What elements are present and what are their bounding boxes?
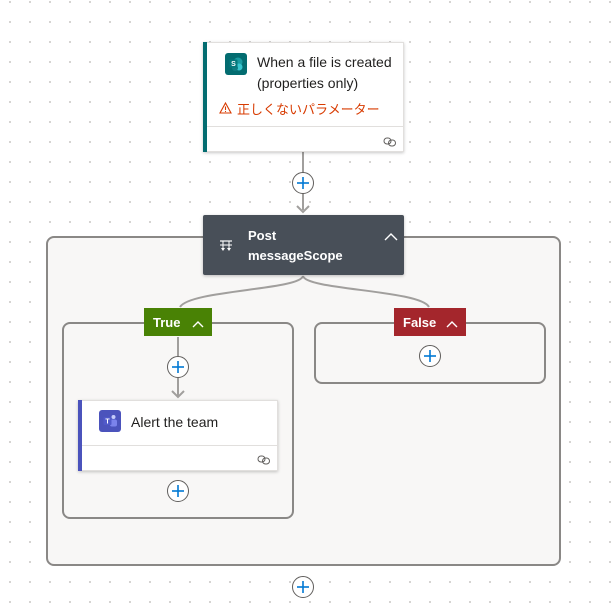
plus-icon xyxy=(297,177,309,189)
chevron-up-icon[interactable] xyxy=(446,316,458,328)
sharepoint-icon: S xyxy=(225,53,247,75)
false-branch-label: False xyxy=(403,314,437,330)
scope-title-line2: messageScope xyxy=(248,248,343,263)
false-branch-badge[interactable]: False xyxy=(394,308,466,336)
trigger-title: When a file is created (properties only) xyxy=(257,52,392,94)
trigger-title-line2: (properties only) xyxy=(257,75,359,91)
svg-text:T: T xyxy=(105,419,110,426)
link-icon[interactable] xyxy=(257,452,271,465)
action-accent-bar xyxy=(78,400,82,471)
scope-icon xyxy=(219,239,233,257)
true-branch-badge[interactable]: True xyxy=(144,308,212,336)
chevron-up-icon[interactable] xyxy=(384,228,398,246)
action-card-alert-the-team[interactable]: T Alert the team xyxy=(78,400,278,471)
trigger-footer-divider xyxy=(207,126,403,127)
link-icon[interactable] xyxy=(383,134,397,147)
scope-header[interactable]: Post messageScope xyxy=(203,215,404,275)
add-step-end-button[interactable] xyxy=(292,576,314,598)
plus-icon xyxy=(297,581,309,593)
true-branch-label: True xyxy=(153,314,181,330)
plus-icon xyxy=(172,485,184,497)
insert-step-after-trigger-button[interactable] xyxy=(292,172,314,194)
add-action-true-bottom-button[interactable] xyxy=(167,480,189,502)
add-action-false-button[interactable] xyxy=(419,345,441,367)
warning-icon xyxy=(219,101,233,118)
action-title: Alert the team xyxy=(131,414,219,430)
teams-icon: T xyxy=(99,410,121,432)
plus-icon xyxy=(172,361,184,373)
trigger-title-line1: When a file is created xyxy=(257,54,392,70)
warning-text: 正しくないパラメーター xyxy=(237,102,380,117)
trigger-card[interactable]: S When a file is created (properties onl… xyxy=(203,42,404,152)
chevron-up-icon[interactable] xyxy=(192,316,204,328)
svg-text:S: S xyxy=(231,61,236,68)
trigger-warning: 正しくないパラメーター xyxy=(219,101,380,118)
trigger-accent-bar xyxy=(203,42,207,152)
add-action-true-top-button[interactable] xyxy=(167,356,189,378)
scope-title-line1: Post xyxy=(248,228,277,243)
connector-arrow xyxy=(296,205,310,214)
plus-icon xyxy=(424,350,436,362)
action-footer-divider xyxy=(82,445,277,446)
